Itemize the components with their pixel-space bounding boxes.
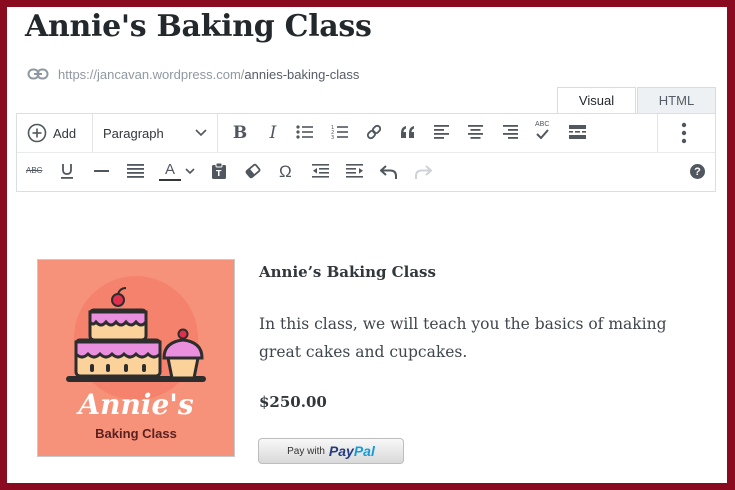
align-left-icon[interactable] bbox=[434, 125, 450, 139]
paypal-logo-pay: Pay bbox=[328, 443, 354, 459]
product-name[interactable]: Annie’s Baking Class bbox=[259, 263, 436, 281]
format-select[interactable]: Paragraph bbox=[103, 122, 207, 144]
image-brand-text: Annie's bbox=[78, 388, 194, 421]
paypal-prefix: Pay with bbox=[287, 445, 325, 457]
special-character-icon[interactable]: Ω bbox=[279, 162, 292, 182]
editor-frame: Annie's Baking Class https://jancavan.wo… bbox=[7, 7, 727, 483]
permalink-base[interactable]: https://jancavan.wordpress.com/ bbox=[58, 67, 244, 82]
strikethrough-icon[interactable]: ABC bbox=[26, 166, 42, 175]
toolbar-separator bbox=[217, 114, 218, 152]
align-center-icon[interactable] bbox=[468, 125, 484, 139]
add-button[interactable]: Add bbox=[27, 122, 76, 144]
tab-html[interactable]: HTML bbox=[637, 87, 716, 113]
chevron-down-icon bbox=[195, 129, 207, 137]
editor-tabs: Visual HTML bbox=[557, 87, 716, 113]
read-more-icon[interactable] bbox=[569, 125, 587, 139]
undo-icon[interactable] bbox=[380, 164, 398, 180]
text-color-icon: A bbox=[164, 161, 175, 178]
help-label: ? bbox=[694, 165, 701, 178]
bullet-list-icon[interactable] bbox=[296, 124, 314, 140]
post-title[interactable]: Annie's Baking Class bbox=[25, 9, 372, 44]
chevron-down-icon bbox=[185, 168, 195, 175]
blockquote-icon[interactable] bbox=[399, 124, 417, 140]
paste-text-icon[interactable]: T bbox=[211, 162, 227, 180]
numbered-list-icon[interactable]: 123 bbox=[331, 124, 349, 140]
toolbar-separator bbox=[657, 114, 658, 152]
text-color-button[interactable]: A bbox=[159, 162, 195, 181]
horizontal-line-icon[interactable] bbox=[94, 170, 110, 173]
permalink[interactable]: https://jancavan.wordpress.com/annies-ba… bbox=[27, 65, 359, 83]
toolbar-separator bbox=[92, 114, 93, 152]
plus-circle-icon bbox=[27, 123, 47, 143]
spellcheck-icon[interactable]: ABC bbox=[535, 121, 549, 139]
clear-formatting-icon[interactable] bbox=[244, 163, 262, 179]
link-icon[interactable] bbox=[365, 123, 383, 141]
toolbar-row-1: Add Paragraph B I 123 ABC bbox=[17, 114, 715, 153]
more-options-icon[interactable] bbox=[681, 122, 687, 144]
indent-icon[interactable] bbox=[346, 164, 364, 178]
image-subtitle-text: Baking Class bbox=[95, 426, 177, 441]
permalink-slug[interactable]: annies-baking-class bbox=[244, 67, 359, 82]
underline-icon[interactable] bbox=[60, 163, 74, 179]
link-icon bbox=[27, 68, 49, 80]
paypal-button[interactable]: Pay with Pay Pal bbox=[258, 438, 404, 464]
tab-visual[interactable]: Visual bbox=[557, 87, 636, 113]
strikethrough-label: ABC bbox=[26, 166, 43, 175]
bold-icon[interactable]: B bbox=[230, 123, 250, 143]
svg-text:T: T bbox=[216, 169, 222, 178]
align-right-icon[interactable] bbox=[503, 125, 519, 139]
spellcheck-label: ABC bbox=[535, 121, 550, 128]
outdent-icon[interactable] bbox=[312, 164, 330, 178]
toolbar-row-2: ABC A T Ω ? bbox=[17, 153, 715, 191]
justify-icon[interactable] bbox=[127, 164, 145, 178]
product-price[interactable]: $250.00 bbox=[259, 393, 327, 411]
redo-icon[interactable] bbox=[414, 164, 432, 180]
product-description[interactable]: In this class, we will teach you the bas… bbox=[259, 310, 709, 366]
text-color-swatch bbox=[159, 179, 181, 181]
paypal-logo-pal: Pal bbox=[353, 443, 375, 459]
svg-text:3: 3 bbox=[331, 135, 334, 140]
add-label: Add bbox=[53, 125, 77, 141]
product-image: Annie's Baking Class bbox=[37, 259, 235, 457]
special-character-label: Ω bbox=[279, 162, 292, 181]
help-icon[interactable]: ? bbox=[690, 164, 705, 179]
format-select-value: Paragraph bbox=[103, 125, 164, 141]
editor-toolbar: Add Paragraph B I 123 ABC ABC A T Ω ? bbox=[16, 113, 716, 192]
italic-icon[interactable]: I bbox=[263, 123, 283, 143]
